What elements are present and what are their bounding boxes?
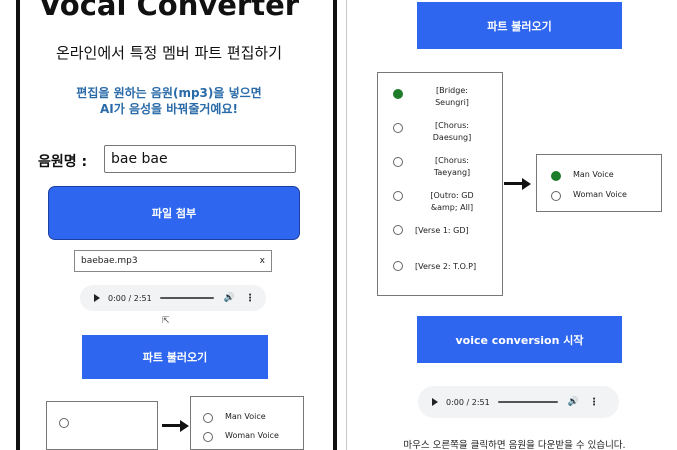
voice-label-0: Man Voice <box>573 170 614 179</box>
part-radio-3[interactable] <box>393 191 403 201</box>
load-parts-button[interactable]: 파트 불러오기 <box>82 335 268 379</box>
part-label-4: [Verse 1: GD] <box>415 226 469 235</box>
arrow-line <box>162 424 182 427</box>
instruction-line-1: 편집을 원하는 음원(mp3)을 넣으면 <box>76 86 262 100</box>
play-icon[interactable] <box>94 294 100 302</box>
song-name-label: 음원명 : <box>38 154 88 170</box>
part-radio-5[interactable] <box>393 261 403 271</box>
app-title: Vocal Converter <box>38 0 300 22</box>
phone-frame-left-edge <box>16 0 20 450</box>
voice-radio-1[interactable] <box>551 191 561 201</box>
part-label-5: [Verse 2: T.O.P] <box>415 262 477 271</box>
audio-progress-bar[interactable] <box>497 401 558 403</box>
voice-radio-woman[interactable] <box>203 432 213 442</box>
voice-radio-0[interactable] <box>551 171 561 181</box>
voice-label-man: Man Voice <box>225 412 266 421</box>
audio-progress-bar[interactable] <box>159 297 214 299</box>
voice-options-box: Man Voice Woman Voice <box>190 396 304 450</box>
volume-icon[interactable]: 🔊 <box>224 293 235 303</box>
song-name-input[interactable] <box>104 145 296 173</box>
file-name: baebae.mp3 <box>81 256 138 266</box>
voice-label-woman: Woman Voice <box>225 431 279 440</box>
part-label-1: [Chorus: Daesung] <box>432 121 472 142</box>
part-radio-1[interactable] <box>393 123 403 133</box>
play-icon[interactable] <box>432 398 438 406</box>
arrow-line-2 <box>504 182 524 185</box>
app-subtitle: 온라인에서 특정 멤버 파트 편집하기 <box>55 44 283 62</box>
right-screen: 파트 불러오기 [Bridge: Seungri] [Chorus: Daesu… <box>352 0 677 450</box>
download-hint: 마우스 오른쪽을 클릭하면 음원을 다운받을 수 있습니다. <box>403 440 626 450</box>
left-screen: Vocal Converter 온라인에서 특정 멤버 파트 편집하기 편집을 … <box>0 0 338 450</box>
more-options-icon[interactable]: ⋮ <box>589 397 599 408</box>
part-label-0: [Bridge: Seungri] <box>435 86 469 107</box>
voice-options: Man Voice Woman Voice <box>536 154 662 212</box>
voice-label-1: Woman Voice <box>573 190 627 199</box>
part-radio-0[interactable] <box>393 89 403 99</box>
voice-radio-man[interactable] <box>203 413 213 423</box>
audio-time: 0:00 / 2:51 <box>108 293 152 303</box>
part-radio-4[interactable] <box>393 225 403 235</box>
clear-file-icon[interactable]: x <box>260 256 265 266</box>
instruction-line-2: AI가 음성을 바꿔줄거예요! <box>100 102 238 116</box>
part-radio-2[interactable] <box>393 157 403 167</box>
load-parts-button-2[interactable]: 파트 불러오기 <box>417 2 622 49</box>
volume-icon[interactable]: 🔊 <box>568 397 579 407</box>
arrow-right-icon-2 <box>522 177 531 190</box>
file-input[interactable]: baebae.mp3 x <box>74 250 272 272</box>
part-radio[interactable] <box>59 418 69 428</box>
arrow-right-icon <box>180 419 189 432</box>
more-options-icon[interactable]: ⋮ <box>245 293 255 304</box>
result-audio-player[interactable]: 0:00 / 2:51 🔊 ⋮ <box>418 386 619 418</box>
part-label-3: [Outro: GD &amp; All] <box>430 191 474 212</box>
audio-player[interactable]: 0:00 / 2:51 🔊 ⋮ <box>80 285 266 311</box>
mouse-cursor-icon: ⇱ <box>162 316 170 326</box>
audio-time: 0:00 / 2:51 <box>446 397 490 407</box>
part-label-2: [Chorus: Taeyang] <box>433 156 471 177</box>
parts-list-box <box>46 401 158 450</box>
phone-frame-right-edge <box>333 0 337 450</box>
parts-list: [Bridge: Seungri] [Chorus: Daesung] [Cho… <box>377 72 503 296</box>
attach-file-button[interactable]: 파일 첨부 <box>48 186 300 240</box>
panel-divider <box>346 0 347 450</box>
start-conversion-button[interactable]: voice conversion 시작 <box>417 316 622 363</box>
